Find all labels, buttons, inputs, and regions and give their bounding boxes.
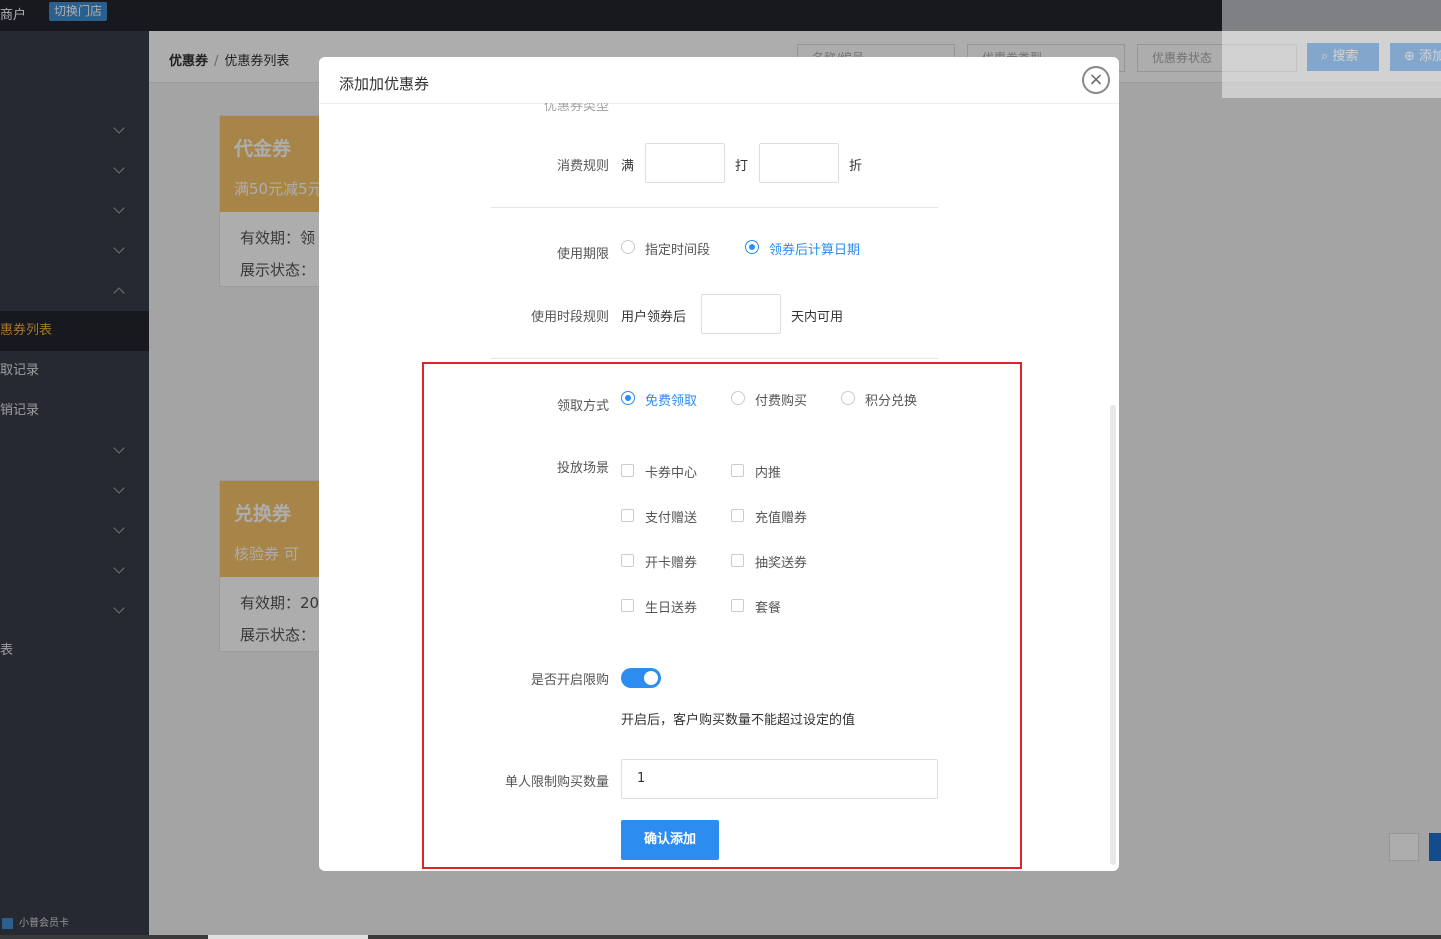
- modal-header: 添加加优惠券 ×: [319, 57, 1119, 104]
- consume-rule-full-text: 满: [621, 159, 635, 174]
- period-radio-fixed[interactable]: [621, 240, 635, 254]
- consume-rule-unit-text: 折: [849, 159, 863, 174]
- scrollbar-thumb[interactable]: [208, 935, 368, 939]
- consume-rule-discount-text: 打: [735, 159, 749, 174]
- period-option-fixed[interactable]: 指定时间段: [645, 239, 710, 258]
- discount-rate-input[interactable]: [759, 143, 839, 183]
- period-label: 使用期限: [556, 247, 609, 262]
- time-rule-suffix: 天内可用: [791, 310, 844, 325]
- period-radio-after-receive[interactable]: [745, 240, 759, 254]
- close-icon[interactable]: ×: [1082, 66, 1110, 94]
- modal-scrollbar[interactable]: [1110, 405, 1116, 865]
- consume-rule-label: 消费规则: [556, 159, 609, 174]
- valid-days-input[interactable]: [701, 294, 781, 334]
- horizontal-scrollbar[interactable]: [0, 935, 1441, 939]
- modal-title: 添加加优惠券: [339, 75, 430, 93]
- time-rule-label: 使用时段规则: [530, 310, 609, 325]
- consume-amount-input[interactable]: [645, 143, 725, 183]
- time-rule-prefix: 用户领券后: [621, 310, 687, 325]
- section-divider: [491, 358, 938, 359]
- overlay-highlight-region: [1222, 0, 1441, 98]
- annotation-highlight-box: [422, 362, 1022, 869]
- section-divider: [491, 207, 938, 208]
- period-option-after-receive[interactable]: 领券后计算日期: [769, 239, 860, 258]
